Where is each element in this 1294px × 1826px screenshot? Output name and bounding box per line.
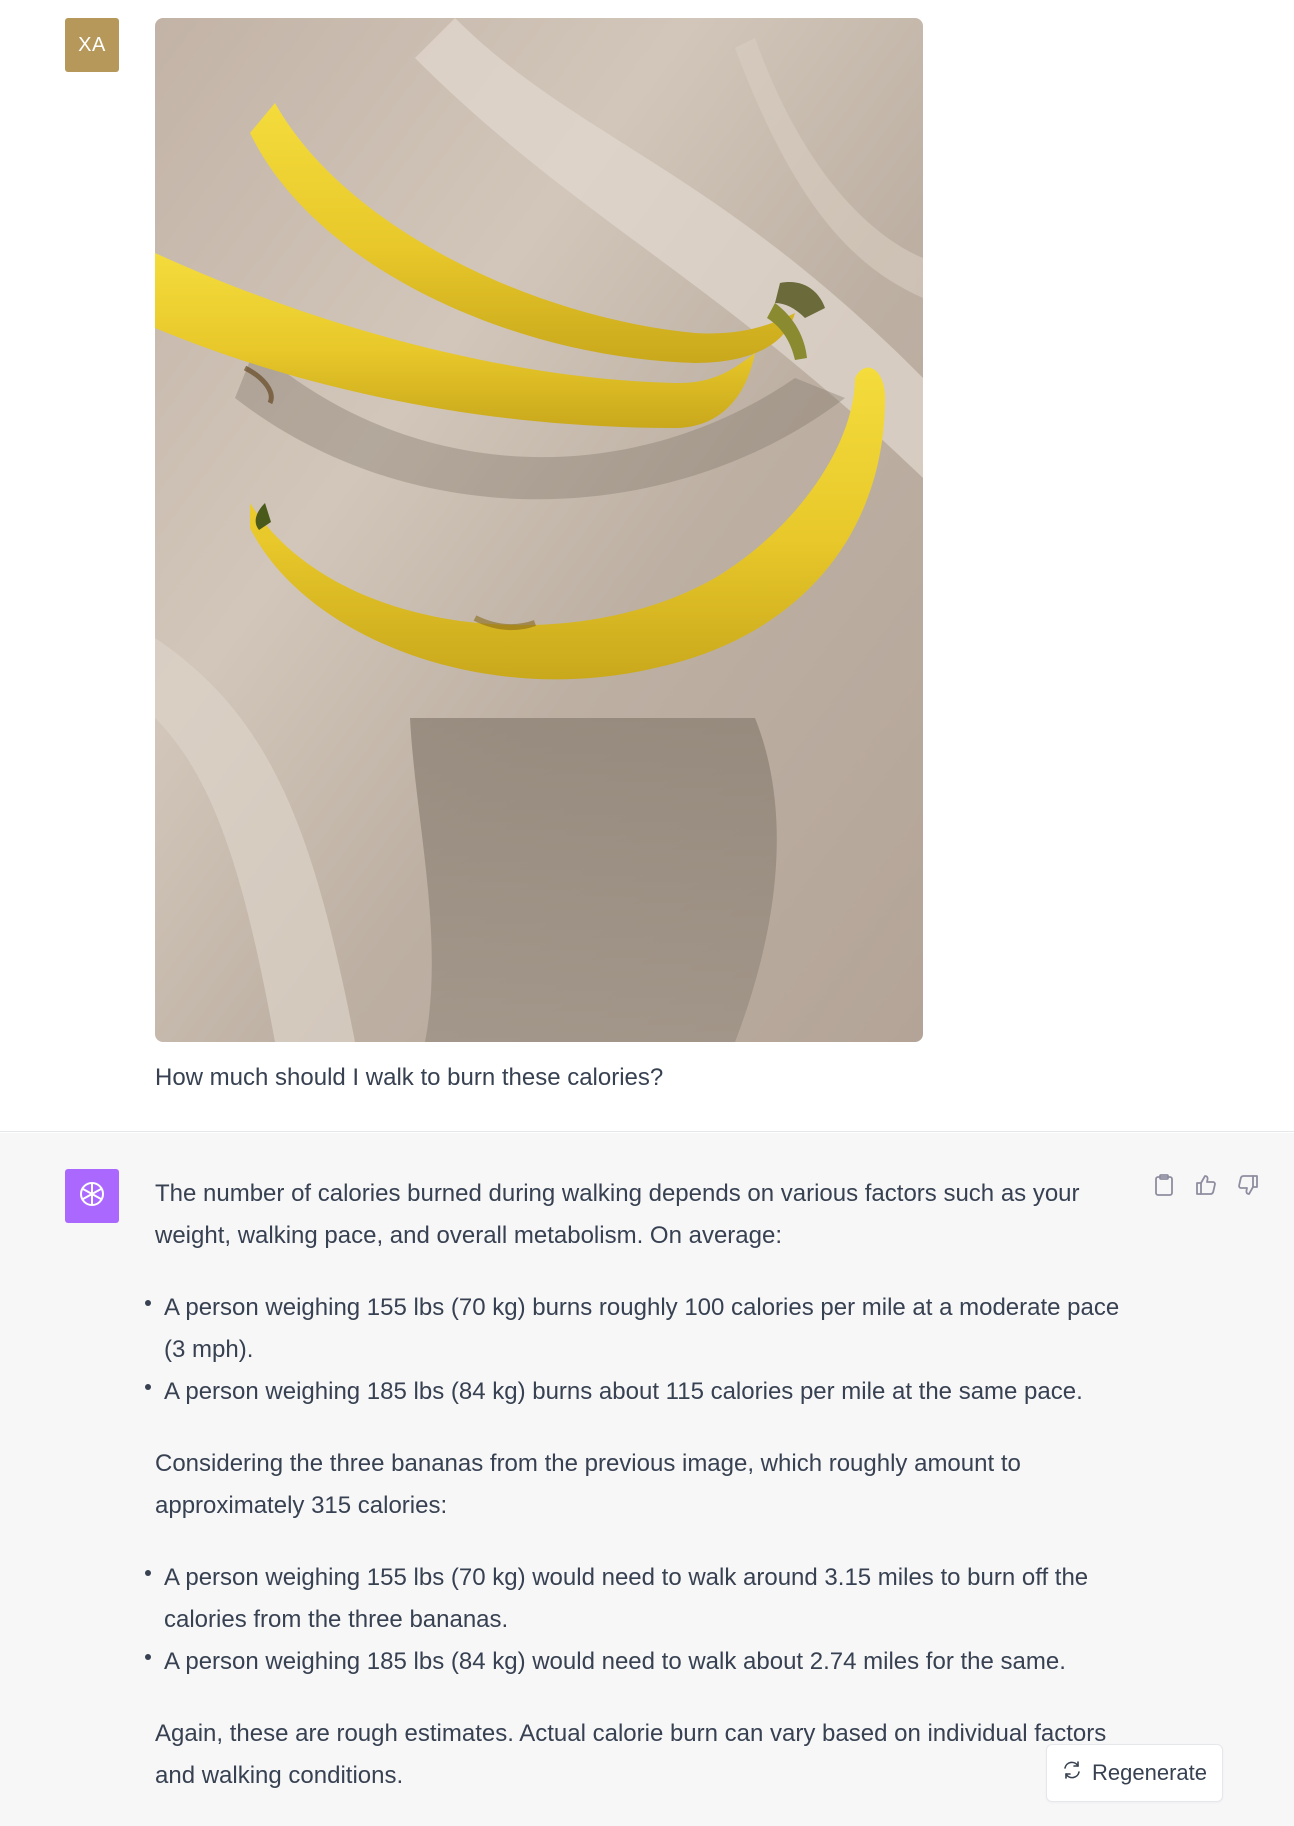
answer-middle: Considering the three bananas from the p… bbox=[155, 1450, 1021, 1519]
user-message: XA How much should I walk to burn these … bbox=[0, 0, 1294, 1132]
regenerate-button[interactable]: Regenerate bbox=[1046, 1744, 1223, 1802]
thumbs-up-icon bbox=[1194, 1173, 1218, 1202]
thumbs-down-icon bbox=[1236, 1173, 1260, 1202]
regenerate-label: Regenerate bbox=[1092, 1760, 1207, 1785]
list-item: A person weighing 185 lbs (84 kg) would … bbox=[145, 1641, 1145, 1683]
answer-intro: The number of calories burned during wal… bbox=[155, 1180, 1080, 1249]
user-prompt-text: How much should I walk to burn these cal… bbox=[155, 1064, 664, 1091]
banana-photo bbox=[155, 18, 923, 1042]
answer-closing: Again, these are rough estimates. Actual… bbox=[155, 1720, 1107, 1789]
clipboard-icon bbox=[1153, 1173, 1175, 1202]
copy-button[interactable] bbox=[1150, 1173, 1178, 1201]
list-item: A person weighing 185 lbs (84 kg) burns … bbox=[145, 1371, 1145, 1413]
walking-distance-list: A person weighing 155 lbs (70 kg) would … bbox=[145, 1557, 1145, 1683]
thumbs-up-button[interactable] bbox=[1192, 1173, 1220, 1201]
assistant-message: The number of calories burned during wal… bbox=[0, 1133, 1294, 1826]
assistant-answer: The number of calories burned during wal… bbox=[145, 1173, 1145, 1826]
refresh-icon bbox=[1062, 1760, 1082, 1786]
calorie-rate-list: A person weighing 155 lbs (70 kg) burns … bbox=[145, 1287, 1145, 1413]
user-avatar: XA bbox=[65, 18, 119, 72]
openai-logo-icon bbox=[76, 1178, 108, 1215]
message-actions bbox=[1150, 1173, 1262, 1201]
thumbs-down-button[interactable] bbox=[1234, 1173, 1262, 1201]
list-item: A person weighing 155 lbs (70 kg) burns … bbox=[145, 1287, 1145, 1371]
assistant-avatar bbox=[65, 1169, 119, 1223]
list-item: A person weighing 155 lbs (70 kg) would … bbox=[145, 1557, 1145, 1641]
